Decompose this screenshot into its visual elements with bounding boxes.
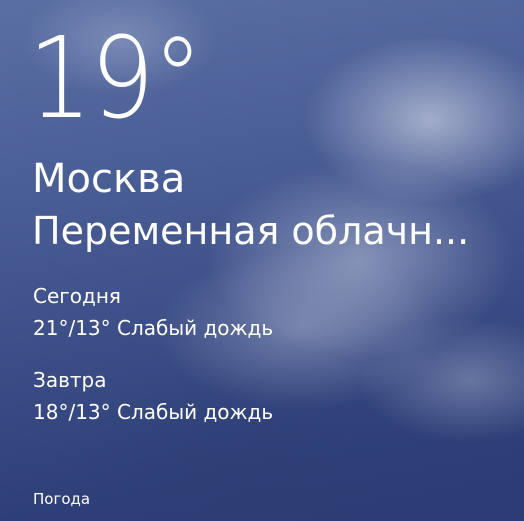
current-condition: Переменная облачн... [32, 209, 470, 253]
app-name-label: Погода [33, 490, 91, 508]
tomorrow-label: Завтра [33, 368, 107, 392]
city-name: Москва [32, 156, 186, 202]
current-temperature: 19° [28, 14, 203, 144]
today-label: Сегодня [33, 284, 121, 308]
weather-live-tile[interactable]: 19° Москва Переменная облачн... Сегодня … [0, 0, 524, 521]
tomorrow-forecast: 18°/13° Слабый дождь [33, 400, 274, 424]
today-forecast: 21°/13° Слабый дождь [33, 316, 274, 340]
